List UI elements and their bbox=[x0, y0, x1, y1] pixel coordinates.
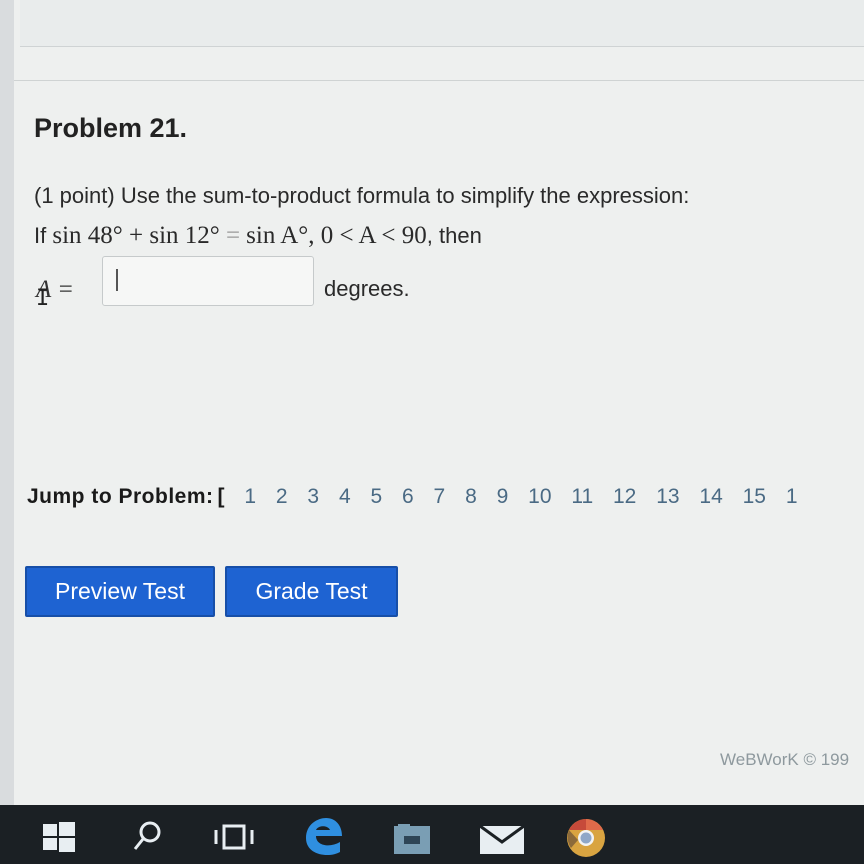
file-explorer-icon[interactable] bbox=[392, 822, 432, 856]
problem-link-11[interactable]: 11 bbox=[571, 485, 593, 509]
problem-statement: (1 point) Use the sum-to-product formula… bbox=[34, 183, 690, 208]
search-icon[interactable] bbox=[132, 820, 162, 852]
task-view-icon[interactable] bbox=[212, 822, 256, 852]
problem-link-9[interactable]: 9 bbox=[497, 485, 509, 509]
problem-link-5[interactable]: 5 bbox=[370, 485, 382, 509]
problem-link-1[interactable]: 1 bbox=[244, 485, 256, 509]
expression-lhs: sin 48° + sin 12° bbox=[52, 222, 220, 249]
windows-taskbar bbox=[0, 805, 864, 864]
problem-link-15[interactable]: 15 bbox=[743, 485, 766, 509]
problem-expression-line: If sin 48° + sin 12° = sin A°, 0 < A < 9… bbox=[34, 222, 482, 250]
answer-input[interactable] bbox=[102, 256, 314, 306]
problem-link-3[interactable]: 3 bbox=[307, 485, 319, 509]
problem-link-7[interactable]: 7 bbox=[434, 485, 446, 509]
if-text: If bbox=[34, 223, 47, 248]
problem-link-4[interactable]: 4 bbox=[339, 485, 351, 509]
windows-start-icon[interactable] bbox=[42, 822, 76, 852]
input-caret bbox=[116, 269, 118, 291]
divider bbox=[14, 80, 864, 81]
footer-copyright: WeBWorK © 199 bbox=[720, 750, 850, 769]
problem-link-8[interactable]: 8 bbox=[465, 485, 477, 509]
expression-rhs: sin A°, 0 < A < 90 bbox=[246, 222, 427, 249]
mail-icon[interactable] bbox=[478, 824, 526, 856]
preview-test-button[interactable]: Preview Test bbox=[25, 566, 215, 617]
units-label: degrees. bbox=[324, 276, 410, 301]
grade-test-button[interactable]: Grade Test bbox=[225, 566, 398, 617]
problem-link-13[interactable]: 13 bbox=[656, 485, 679, 509]
edge-browser-icon[interactable] bbox=[300, 816, 344, 858]
jump-label: Jump to Problem: bbox=[27, 485, 214, 508]
header-strip bbox=[20, 0, 864, 47]
problem-link-12[interactable]: 12 bbox=[613, 485, 636, 509]
then-text: , then bbox=[426, 223, 482, 248]
jump-to-problem: Jump to Problem:[ 1 2 3 4 5 6 7 8 9 10 1… bbox=[27, 485, 798, 509]
problem-title: Problem 21. bbox=[34, 113, 188, 143]
text-cursor-icon: I bbox=[36, 286, 50, 311]
equals-sign: = bbox=[225, 222, 241, 249]
problem-link-14[interactable]: 14 bbox=[699, 485, 722, 509]
chrome-icon[interactable] bbox=[566, 818, 606, 858]
problem-link-10[interactable]: 10 bbox=[528, 485, 551, 509]
problem-link-16[interactable]: 1 bbox=[786, 485, 798, 509]
problem-link-6[interactable]: 6 bbox=[402, 485, 414, 509]
open-bracket: [ bbox=[217, 485, 225, 508]
problem-link-2[interactable]: 2 bbox=[276, 485, 288, 509]
